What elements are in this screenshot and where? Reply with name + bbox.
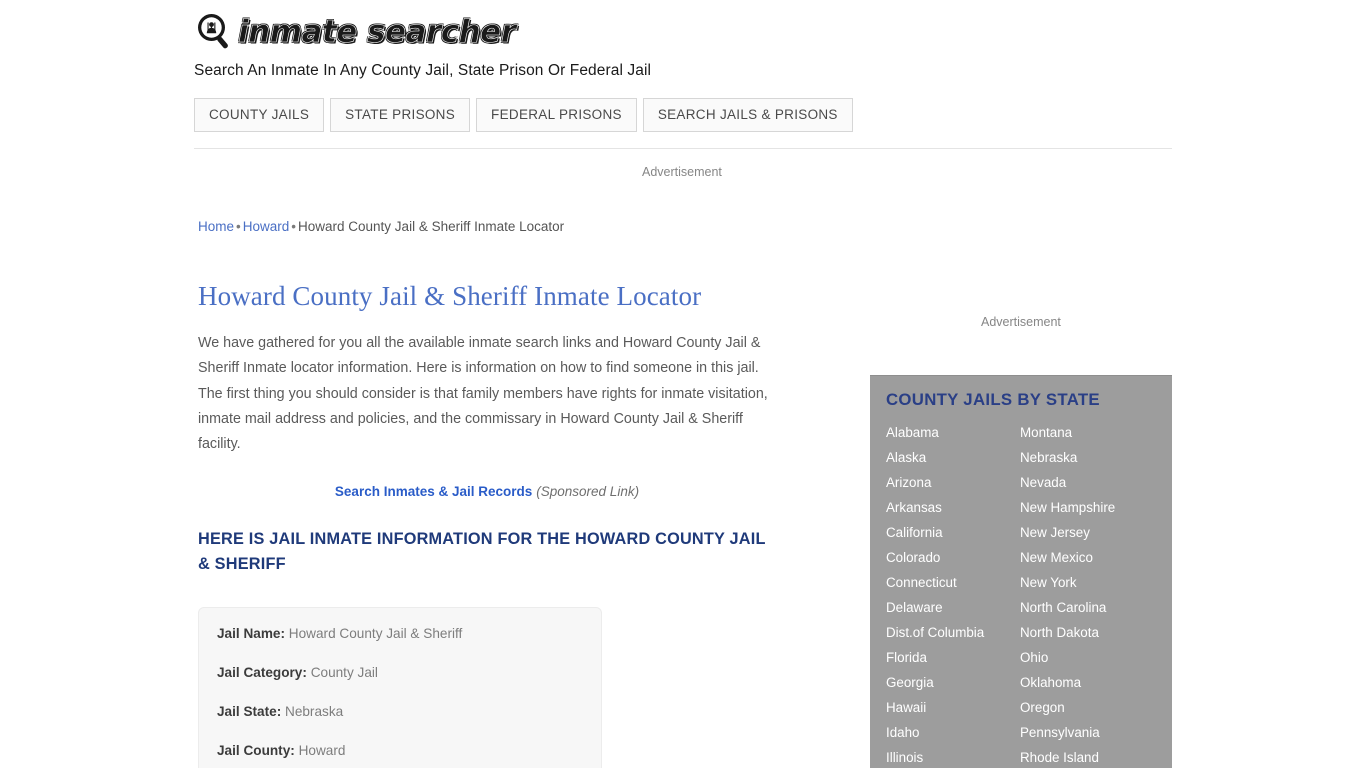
info-value: Howard County Jail & Sheriff [288, 626, 463, 642]
state-link[interactable]: New Hampshire [1020, 495, 1154, 520]
info-row-jail-category: Jail Category: County Jail [217, 663, 583, 682]
state-link[interactable]: Connecticut [886, 570, 1020, 595]
sponsored-link-row: Search Inmates & Jail Records (Sponsored … [198, 484, 776, 499]
state-link[interactable]: New Mexico [1020, 545, 1154, 570]
sidebar-title: COUNTY JAILS BY STATE [886, 390, 1100, 409]
state-link[interactable]: North Carolina [1020, 595, 1154, 620]
section-heading: HERE IS JAIL INMATE INFORMATION FOR THE … [198, 530, 766, 574]
breadcrumb-home[interactable]: Home [198, 219, 234, 234]
state-link[interactable]: Oregon [1020, 695, 1154, 720]
state-column-left: Alabama Alaska Arizona Arkansas California Co… [886, 420, 1020, 768]
state-link[interactable]: Alabama [886, 420, 1020, 445]
state-link-columns: Alabama Alaska Arizona Arkansas California Co… [870, 420, 1172, 768]
state-link[interactable]: Georgia [886, 670, 1020, 695]
nav-item-federal-prisons[interactable]: FEDERAL PRISONS [476, 98, 637, 132]
state-link[interactable]: Arizona [886, 470, 1020, 495]
info-value: Howard [298, 743, 346, 759]
main-navigation: COUNTY JAILS STATE PRISONS FEDERAL PRISO… [194, 98, 853, 132]
state-link[interactable]: Florida [886, 645, 1020, 670]
page-root: inmate searcher Search An Inmate In Any … [0, 0, 1366, 768]
info-label: Jail State: [217, 704, 282, 720]
info-label: Jail County: [217, 743, 295, 759]
magnifier-prison-bars-icon [194, 11, 236, 53]
state-link[interactable]: Rhode Island [1020, 745, 1154, 768]
nav-item-county-jails[interactable]: COUNTY JAILS [194, 98, 325, 132]
sponsored-note: (Sponsored Link) [536, 484, 640, 500]
state-link[interactable]: Arkansas [886, 495, 1020, 520]
state-link[interactable]: Colorado [886, 545, 1020, 570]
info-value: County Jail [310, 665, 378, 681]
intro-paragraph: We have gathered for you all the availab… [198, 335, 768, 453]
ad-label-right: Advertisement [981, 315, 1061, 329]
nav-item-search-jails-prisons[interactable]: SEARCH JAILS & PRISONS [642, 98, 853, 132]
info-label: Jail Name: [217, 626, 286, 642]
state-link[interactable]: Nebraska [1020, 445, 1154, 470]
breadcrumb-separator-2: • [291, 219, 297, 234]
state-link[interactable]: Ohio [1020, 645, 1154, 670]
info-row-jail-county: Jail County: Howard [217, 741, 583, 760]
state-link[interactable]: New York [1020, 570, 1154, 595]
sponsored-link[interactable]: Search Inmates & Jail Records [335, 484, 532, 499]
info-row-jail-name: Jail Name: Howard County Jail & Sheriff [217, 624, 583, 643]
breadcrumb-current: Howard County Jail & Sheriff Inmate Loca… [298, 219, 565, 234]
info-value: Nebraska [285, 704, 344, 720]
state-link[interactable]: Oklahoma [1020, 670, 1154, 695]
state-link[interactable]: Hawaii [886, 695, 1020, 720]
site-tagline: Search An Inmate In Any County Jail, Sta… [194, 62, 652, 79]
breadcrumb-county[interactable]: Howard [243, 219, 290, 234]
state-link[interactable]: Illinois [886, 745, 1020, 768]
logo[interactable]: inmate searcher [194, 10, 1172, 54]
state-link[interactable]: Delaware [886, 595, 1020, 620]
state-link[interactable]: North Dakota [1020, 620, 1154, 645]
page-title: Howard County Jail & Sheriff Inmate Loca… [198, 281, 702, 311]
state-link[interactable]: Pennsylvania [1020, 720, 1154, 745]
nav-item-state-prisons[interactable]: STATE PRISONS [330, 98, 471, 132]
main-content: Home • Howard • Howard County Jail & Sheriff… [198, 218, 798, 768]
state-link[interactable]: New Jersey [1020, 520, 1154, 545]
state-link[interactable]: California [886, 520, 1020, 545]
site-header: inmate searcher Search An Inmate In Any … [194, 10, 1172, 80]
county-jails-by-state-panel: COUNTY JAILS BY STATE Alabama Alaska Arizo… [870, 375, 1172, 768]
info-row-jail-state: Jail State: Nebraska [217, 702, 583, 721]
state-link[interactable]: Nevada [1020, 470, 1154, 495]
info-label: Jail Category: [217, 665, 307, 681]
jail-info-card: Jail Name: Howard County Jail & Sheriff … [198, 607, 602, 768]
state-link[interactable]: Alaska [886, 445, 1020, 470]
state-link[interactable]: Idaho [886, 720, 1020, 745]
header-divider [194, 148, 1172, 149]
breadcrumb: Home • Howard • Howard County Jail & Sheriff… [198, 218, 798, 236]
state-link[interactable]: Dist.of Columbia [886, 620, 1020, 645]
breadcrumb-separator-1: • [236, 219, 241, 234]
ad-label-top: Advertisement [642, 165, 722, 179]
state-link[interactable]: Montana [1020, 420, 1154, 445]
state-column-right: Montana Nebraska Nevada New Hampshire New Je… [1020, 420, 1154, 768]
logo-wordmark: inmate searcher [238, 13, 517, 50]
